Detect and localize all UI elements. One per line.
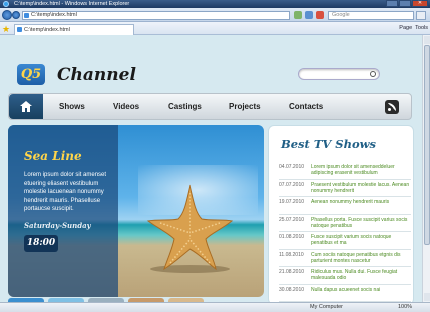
vertical-scrollbar[interactable] [422,35,430,302]
list-item: 21.08.2010 Ridiculus mus. Nulla dui. Fusc… [279,267,411,285]
scroll-thumb[interactable] [424,45,430,245]
show-link[interactable]: Ridiculus mus. Nulla dui. Fusce feugiat … [311,269,411,282]
close-button[interactable]: ✕ [412,0,428,7]
show-date: 30.08.2010 [279,286,305,293]
address-icons [294,11,324,19]
search-placeholder: Google [332,12,350,18]
scroll-down-button[interactable] [424,293,430,301]
menu-item-videos[interactable]: Videos [113,94,139,119]
url-text: C:\temp\index.html [31,12,77,18]
scroll-up-button[interactable] [424,36,430,44]
menu-item-projects[interactable]: Projects [229,94,261,119]
search-icon[interactable] [370,71,376,77]
show-link[interactable]: Cum sociis natoque penatibus etgnis dis … [311,252,411,265]
security-zone: My Computer [310,304,344,310]
show-date: 01.08.2010 [279,234,305,240]
show-date: 25.07.2010 [279,216,305,223]
show-link[interactable]: Nulla dapus acueenet socis nai [311,287,380,293]
list-item: 04.07.2010 Lorem ipsum dolor sit amensedd… [279,162,411,180]
show-link[interactable]: Phasellus porta. Fusce suscipit varius s… [311,217,411,230]
home-button[interactable] [9,94,43,119]
refresh-icon[interactable] [305,11,313,19]
zoom-level[interactable]: 100% [398,303,412,312]
home-icon [20,101,32,112]
hero-days: Saturday-Sunday [24,221,91,230]
show-date: 07.07.2010 [279,181,305,188]
tab-page-icon [17,27,22,32]
starfish-image [146,184,234,273]
list-item: 11.08.2010 Cum sociis natoque penatibus e… [279,250,411,267]
page-icon [24,13,29,18]
shows-list: 04.07.2010 Lorem ipsum dolor sit amensedd… [279,162,411,302]
window-title: C:\temp\index.html - Windows Internet Ex… [14,1,130,7]
forward-button[interactable] [12,11,20,19]
shows-title: Best TV Shows [281,137,377,151]
tab-bar: ★ C:\temp\index.html Page Tools [0,22,430,35]
show-link[interactable]: Praesent vestibulum molestie lacus. Aene… [311,182,411,195]
show-date: 11.08.2010 [279,251,304,258]
hero-banner[interactable]: Sea Line Lorem ipsum dolor sit amenset e… [8,125,264,297]
show-link[interactable]: Lorem ipsum dolor sit amenseddeluer adip… [311,164,411,177]
show-link[interactable]: Aenean nonummy hendrerit mauris [311,199,389,205]
hero-time-badge: 18:00 [24,235,58,252]
logo-text[interactable]: Channel [57,65,136,85]
menu-item-castings[interactable]: Castings [168,94,202,119]
list-item: 19.07.2010 Aenean nonummy hendrerit mauri… [279,197,411,215]
hero-description: Lorem ipsum dolor sit amenset etuering e… [24,172,107,212]
minimize-button[interactable] [386,0,398,7]
window-titlebar: C:\temp\index.html - Windows Internet Ex… [0,0,430,8]
site-search-input[interactable] [298,68,380,80]
page-menu[interactable]: Page [399,24,412,33]
show-date: 19.07.2010 [279,199,305,205]
window-controls: ✕ [386,0,428,7]
list-item: 30.08.2010 Nulla dapus acueenet socis nai [279,285,411,302]
list-item: 01.08.2010 Fusce suscipit varium socis na… [279,232,411,250]
ie-icon [3,1,9,7]
tab-active[interactable]: C:\temp\index.html [14,24,134,35]
page-viewport: Q5 Channel Shows Videos Castings Project… [0,35,422,302]
status-bar: My Computer 100% [0,302,430,312]
menu-item-contacts[interactable]: Contacts [289,94,323,119]
tab-label: C:\temp\index.html [24,27,70,33]
show-date: 04.07.2010 [279,164,305,170]
menu-item-shows[interactable]: Shows [59,94,85,119]
address-bar: C:\temp\index.html Google [0,8,430,22]
hero-title: Sea Line [24,149,82,163]
back-button[interactable] [2,10,12,20]
rss-icon[interactable] [385,100,399,114]
stop-icon[interactable] [316,11,324,19]
logo-badge[interactable]: Q5 [17,64,45,85]
list-item: 25.07.2010 Phasellus porta. Fusce suscipi… [279,215,411,232]
tools-menu[interactable]: Tools [415,24,428,33]
command-bar: Page Tools [399,24,428,33]
search-icon[interactable] [416,11,426,20]
browser-search-input[interactable]: Google [328,11,414,20]
list-item: 07.07.2010 Praesent vestibulum molestie l… [279,180,411,197]
url-input[interactable]: C:\temp\index.html [22,11,290,20]
favorites-star-icon[interactable]: ★ [2,25,11,34]
best-shows-panel: Best TV Shows 04.07.2010 Lorem ipsum dolo… [268,125,414,302]
show-date: 21.08.2010 [279,269,305,275]
compatibility-icon[interactable] [294,11,302,19]
maximize-button[interactable] [399,0,411,7]
show-link[interactable]: Fusce suscipit varium socis natoque pena… [311,234,411,247]
main-menu: Shows Videos Castings Projects Contacts [8,93,412,120]
